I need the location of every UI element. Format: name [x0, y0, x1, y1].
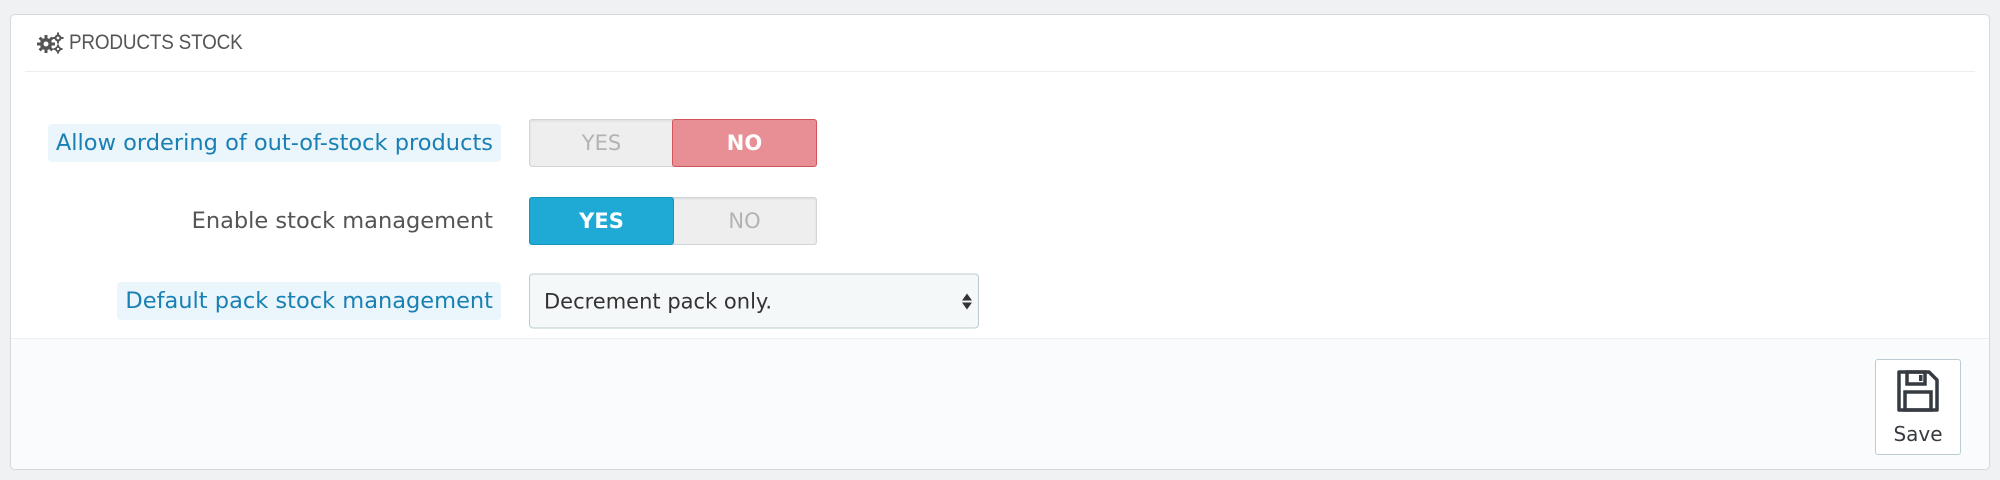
pack-stock-label-wrap: Default pack stock management	[117, 282, 501, 320]
allow-ordering-no[interactable]: NO	[672, 119, 817, 167]
pack-stock-label[interactable]: Default pack stock management	[117, 282, 501, 320]
panel-title: Products stock	[69, 31, 243, 54]
stock-management-label: Enable stock management	[191, 208, 493, 234]
stock-management-label-wrap: Enable stock management	[184, 202, 501, 240]
allow-ordering-switch[interactable]: YES NO	[529, 119, 817, 167]
gears-icon	[37, 31, 65, 55]
products-stock-panel: Products stock Allow ordering of out-of-…	[10, 14, 1990, 470]
save-button[interactable]: Save	[1875, 359, 1961, 455]
pack-stock-select[interactable]: Decrement pack only.	[529, 273, 979, 329]
pack-stock-select-value: Decrement pack only.	[544, 289, 773, 313]
pack-stock-row: Default pack stock management Decrement …	[11, 273, 1989, 329]
allow-ordering-yes[interactable]: YES	[530, 120, 673, 166]
save-label: Save	[1893, 422, 1943, 446]
stock-management-switch[interactable]: YES NO	[529, 197, 817, 245]
allow-ordering-label-wrap: Allow ordering of out-of-stock products	[47, 124, 501, 162]
floppy-disk-icon	[1895, 368, 1941, 418]
select-arrows-icon	[962, 293, 972, 309]
panel-footer: Save	[11, 338, 1989, 469]
allow-ordering-row: Allow ordering of out-of-stock products …	[11, 115, 1989, 171]
allow-ordering-label[interactable]: Allow ordering of out-of-stock products	[47, 124, 501, 162]
panel-heading: Products stock	[25, 15, 1975, 72]
stock-management-row: Enable stock management YES NO	[11, 193, 1989, 249]
stock-management-no[interactable]: NO	[673, 198, 816, 244]
stock-management-yes[interactable]: YES	[529, 197, 674, 245]
